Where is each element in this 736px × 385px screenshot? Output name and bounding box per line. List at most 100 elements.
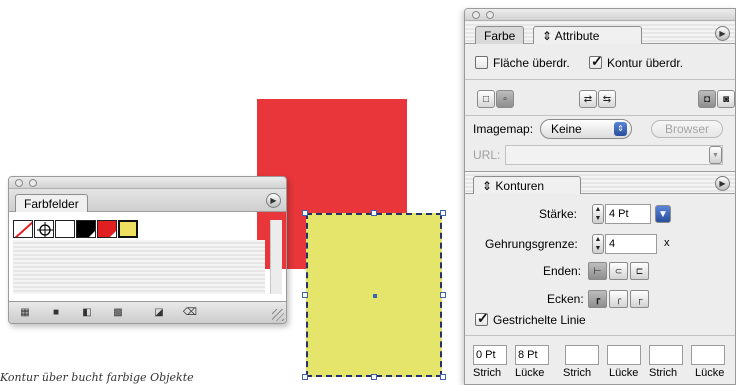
panel-titlebar [465,9,735,21]
divider [465,79,735,80]
selection-handle-tr[interactable] [440,210,446,216]
projecting-cap-icon[interactable]: ⊏ [630,262,649,280]
dashed-line-label: Gestrichelte Linie [493,313,586,327]
attribute-tab-row: Farbe ⇕ Attribute ▶ [465,22,735,44]
registration-icon [37,222,53,237]
fill-overprint-label: Fläche überdr. [493,56,570,70]
fill-mode-button[interactable]: □ [477,90,495,108]
tab-toggle-icon: ⇕ [542,29,555,43]
swatch-yellow[interactable] [118,220,138,238]
swatch-grid [13,220,139,238]
swatch-registration[interactable] [34,220,54,238]
weight-input[interactable]: 4 Pt [605,204,651,224]
path-direction-right-button[interactable]: ⇆ [598,90,616,108]
new-color-icon[interactable]: ■ [46,306,66,320]
round-join-icon[interactable]: ╭ [609,290,628,308]
swatch-toolbar: ▦ ■ ◧ ▩ ◪ ⌫ [9,301,286,323]
panel-menu-icon[interactable]: ▶ [266,193,281,208]
butt-cap-icon[interactable]: ⊢ [588,262,607,280]
tab-farbe[interactable]: Farbe [475,26,525,44]
stroke-mode-button[interactable]: ▫ [496,90,514,108]
path-direction-left-button[interactable]: ⇄ [579,90,597,108]
dashed-line-checkbox[interactable]: ✓ [475,310,489,326]
stroke-tab-row: ⇕ Konturen ▶ [465,171,735,194]
selection-handle-tc[interactable] [371,210,377,216]
joins-buttons: ┏ ╭ ┌ [588,290,651,308]
gap-1-label: Lücke [515,367,545,379]
attribute-stroke-panel: Farbe ⇕ Attribute ▶ Fläche überdr. ✓ Kon… [464,8,736,385]
bevel-join-icon[interactable]: ┌ [630,290,649,308]
gap-2-label: Lücke [609,367,639,379]
stroke-overprint-checkbox[interactable]: ✓ [589,53,603,69]
gap-2-input[interactable] [607,345,641,365]
gap-1-input[interactable]: 8 Pt [515,345,549,365]
dash-1-input[interactable]: 0 Pt [473,345,507,365]
popup-arrow-icon: ⇕ [614,122,627,136]
zoom-button[interactable] [29,179,37,187]
close-button[interactable] [472,11,480,19]
url-dropdown-arrow[interactable]: ▼ [709,146,722,164]
dash-3-label: Strich [649,367,678,379]
selection-handle-br[interactable] [440,374,446,380]
panel-titlebar [9,177,286,189]
selection-handle-tl[interactable] [302,210,308,216]
swatch-view-icon[interactable]: ▦ [15,306,35,320]
url-label: URL: [473,148,501,162]
dash-2-label: Strich [563,367,592,379]
tab-toggle-icon: ⇕ [482,179,496,193]
miter-input[interactable]: 4 [605,234,657,254]
swatch-none[interactable] [13,220,33,238]
stroke-overprint-label: Kontur überdr. [607,56,684,70]
divider [465,115,735,116]
figure-caption: Kontur über bucht farbige Objekte [0,371,194,384]
fill-overprint-checkbox[interactable] [475,56,488,69]
new-pattern-icon[interactable]: ▩ [108,306,128,320]
panel-menu-icon[interactable]: ▶ [715,26,730,41]
miter-join-icon[interactable]: ┏ [588,290,607,308]
browser-button[interactable]: Browser [651,120,723,138]
swatch-red[interactable] [97,220,117,238]
url-input[interactable] [505,145,723,165]
panel-menu-icon[interactable]: ▶ [715,176,730,191]
selection-handle-bc[interactable] [371,374,377,380]
vertical-scrollbar[interactable] [270,220,282,294]
center-point [373,294,377,298]
imagemap-select[interactable]: Keine ⇕ [540,119,632,139]
close-button[interactable] [15,179,23,187]
divider [465,335,735,336]
weight-stepper[interactable]: ▲ ▼ [592,204,604,224]
selected-yellow-rectangle[interactable] [306,213,442,377]
caps-buttons: ⊢ ⊂ ⊏ [588,262,651,280]
joins-label: Ecken: [547,292,584,306]
weight-dropdown-button[interactable]: ▼ [655,205,671,223]
trash-icon[interactable]: ⌫ [180,306,200,320]
swatches-panel: Farbfelder ▶ ▦ ■ ◧ ▩ ◪ ⌫ [8,176,287,324]
tab-farbfelder[interactable]: Farbfelder [15,194,88,212]
zoom-button[interactable] [486,11,494,19]
miter-unit: x [664,237,670,249]
resize-grip-icon[interactable] [272,309,284,321]
none-slash-icon [14,221,32,237]
round-cap-icon[interactable]: ⊂ [609,262,628,280]
tab-attribute[interactable]: ⇕ Attribute [533,26,643,44]
selection-handle-ml[interactable] [302,292,308,298]
caps-label: Enden: [543,264,582,278]
dash-2-input[interactable] [565,345,599,365]
new-swatch-icon[interactable]: ◪ [149,306,169,320]
new-gradient-icon[interactable]: ◧ [77,306,97,320]
swatch-white[interactable] [55,220,75,238]
imagemap-label: Imagemap: [473,122,534,136]
gap-3-input[interactable] [691,345,725,365]
miter-stepper[interactable]: ▲ ▼ [592,234,604,254]
dash-3-input[interactable] [649,345,683,365]
swatch-list-area [13,240,265,294]
gap-3-label: Lücke [695,367,725,379]
selection-handle-bl[interactable] [302,374,308,380]
nonzero-winding-button[interactable]: ◘ [698,90,716,108]
evenodd-button[interactable]: ◙ [717,90,735,108]
tab-konturen[interactable]: ⇕ Konturen [473,176,582,194]
tab-row: Farbfelder ▶ [9,189,286,212]
swatch-black[interactable] [76,220,96,238]
weight-label: Stärke: [539,207,578,221]
selection-handle-mr[interactable] [440,292,446,298]
